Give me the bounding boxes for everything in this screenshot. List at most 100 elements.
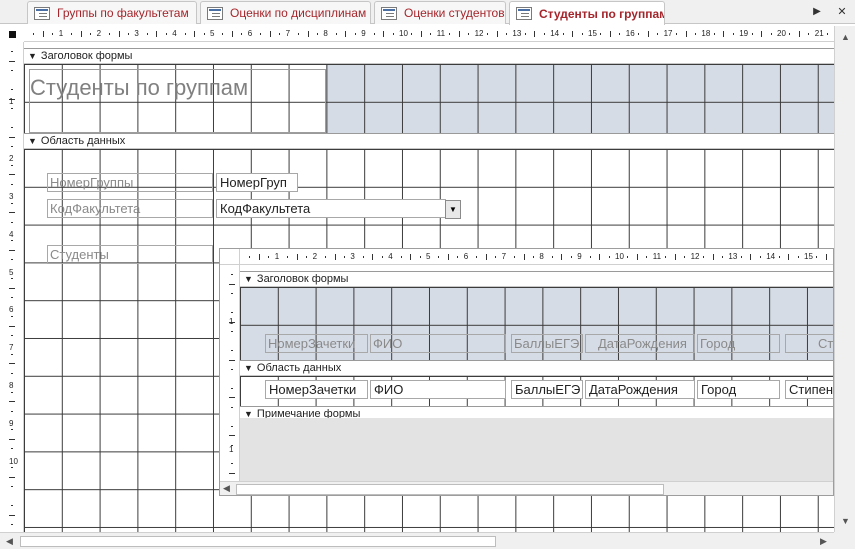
horizontal-scrollbar[interactable]: ◀ ▶: [0, 532, 834, 549]
ruler-tick: [231, 387, 233, 389]
ruler-number: 9: [577, 252, 582, 261]
ruler-number: 4: [388, 252, 393, 261]
ruler-tick: [11, 51, 13, 53]
vertical-scrollbar[interactable]: ▲ ▼: [834, 26, 855, 532]
ruler-number: 5: [426, 252, 431, 261]
subform-header-label[interactable]: Город: [697, 334, 780, 353]
ruler-tick: [712, 254, 714, 260]
ruler-tick: [392, 33, 394, 35]
combo-faculty-code[interactable]: КодФакультета: [216, 199, 446, 218]
subform-header-label[interactable]: ФИО: [370, 334, 506, 353]
ruler-tick: [788, 254, 790, 260]
ruler-tick: [11, 89, 13, 91]
ruler-number: 6: [9, 305, 14, 315]
ruler-number: 4: [172, 29, 177, 38]
ruler-tick: [269, 31, 271, 37]
vertical-ruler[interactable]: 1 2 3 4 5 6 7 8 9 10: [0, 42, 24, 532]
ruler-tick: [572, 31, 574, 37]
field-group-number[interactable]: НомерГруп: [216, 173, 298, 192]
subform-horizontal-ruler[interactable]: 1 2 3 4 5 6 7 8 9 10 11 12 13 14 15: [240, 249, 833, 265]
ruler-tick: [411, 33, 413, 35]
ruler-number: 11: [652, 252, 662, 261]
scroll-left-icon[interactable]: ◀: [223, 483, 230, 494]
scroll-thumb[interactable]: [20, 536, 496, 547]
horizontal-ruler[interactable]: 1 2 3 4 5 6 7 8 9 10 11 12 13 14 15 16 17 18 19 20 21: [24, 26, 834, 42]
ruler-tick: [816, 256, 818, 258]
subform-header-label[interactable]: БаллыЕГЭ: [511, 334, 583, 353]
ruler-tick: [410, 254, 412, 260]
ruler-number: 17: [663, 29, 673, 38]
design-surface: ▼ Заголовок формы Студенты по группам ▼ …: [24, 42, 834, 532]
subform-detail-field[interactable]: НомерЗачетки: [265, 380, 368, 399]
ruler-tick: [9, 249, 15, 251]
ruler-tick: [52, 33, 54, 35]
ruler-number: 14: [550, 29, 560, 38]
ruler-tick: [9, 514, 15, 516]
ruler-tick: [11, 240, 13, 242]
subform-detail-field[interactable]: Город: [697, 380, 780, 399]
ruler-tick: [532, 256, 534, 258]
subform-header-label[interactable]: НомерЗачетки: [265, 334, 368, 353]
tab-grades-by-discipline[interactable]: Оценки по дисциплинам: [200, 1, 371, 24]
ruler-tick: [721, 256, 723, 258]
subform-header-label[interactable]: Сти: [785, 334, 833, 353]
ruler-tick: [759, 256, 761, 258]
ruler-tick: [307, 31, 309, 37]
subform-vertical-ruler[interactable]: 11: [220, 265, 240, 481]
tab-groups-by-faculty[interactable]: Группы по факультетам: [27, 1, 197, 24]
label-faculty-code[interactable]: КодФакультета: [47, 199, 213, 218]
subform-detail-field[interactable]: ФИО: [370, 380, 506, 399]
ruler-number: 10: [9, 456, 18, 466]
form-selector[interactable]: [0, 26, 24, 42]
subform-horizontal-scrollbar[interactable]: ◀: [220, 481, 833, 495]
tab-label: Студенты по группам: [539, 6, 665, 21]
subform-students[interactable]: 1 2 3 4 5 6 7 8 9 10 11 12 13 14 15 11 ▼ Заголовок фор…: [219, 248, 834, 496]
close-icon[interactable]: ✕: [835, 3, 849, 21]
ruler-tick: [723, 31, 725, 37]
ruler-number: 10: [399, 29, 408, 38]
ruler-number: 13: [728, 252, 738, 261]
subform-header-label[interactable]: ДатаРождения: [585, 334, 695, 353]
form-title-label[interactable]: Студенты по группам: [29, 69, 326, 133]
tabs-scroll-right-icon[interactable]: ▶: [810, 3, 824, 21]
scroll-down-icon[interactable]: ▼: [841, 516, 850, 526]
subform-detail-field[interactable]: БаллыЕГЭ: [511, 380, 583, 399]
section-collapse-icon: ▼: [28, 136, 37, 146]
section-collapse-icon: ▼: [244, 274, 253, 284]
subform-detail-field[interactable]: Стипенд: [785, 380, 833, 399]
ruler-number: 19: [739, 29, 749, 38]
ruler-tick: [570, 256, 572, 258]
ruler-tick: [750, 254, 752, 260]
tab-student-grades[interactable]: Оценки студентов: [374, 1, 506, 24]
ruler-number: 15: [588, 29, 597, 38]
ruler-tick: [11, 334, 13, 336]
subform-section-bar-detail[interactable]: ▼ Область данных: [240, 360, 833, 376]
ruler-tick: [11, 221, 13, 223]
ruler-tick: [11, 164, 13, 166]
ruler-tick: [551, 256, 553, 258]
ruler-tick: [608, 256, 610, 258]
section-bar-detail[interactable]: ▼ Область данных: [24, 133, 834, 149]
scroll-thumb[interactable]: [236, 484, 664, 495]
chevron-down-icon[interactable]: ▼: [445, 200, 461, 219]
scroll-left-icon[interactable]: ◀: [6, 536, 13, 547]
ruler-tick: [229, 283, 235, 285]
ruler-tick: [619, 33, 621, 35]
section-bar-form-header[interactable]: ▼ Заголовок формы: [24, 48, 834, 64]
subform-selector[interactable]: [220, 249, 240, 265]
ruler-tick: [11, 108, 13, 110]
ruler-number: 4: [9, 229, 14, 239]
ruler-tick: [589, 256, 591, 258]
subform-section-bar-header[interactable]: ▼ Заголовок формы: [240, 271, 833, 287]
ruler-tick: [694, 33, 696, 35]
ruler-tick: [798, 31, 800, 37]
scroll-up-icon[interactable]: ▲: [841, 32, 850, 42]
ruler-tick: [231, 293, 233, 295]
tab-students-by-group[interactable]: Студенты по группам: [509, 1, 665, 25]
label-group-number[interactable]: НомерГруппы: [47, 173, 213, 192]
subform-detail-field[interactable]: ДатаРождения: [585, 380, 695, 399]
ruler-tick: [430, 33, 432, 35]
scroll-right-icon[interactable]: ▶: [820, 536, 827, 547]
ruler-tick: [231, 406, 233, 408]
label-students[interactable]: Студенты: [47, 245, 213, 264]
